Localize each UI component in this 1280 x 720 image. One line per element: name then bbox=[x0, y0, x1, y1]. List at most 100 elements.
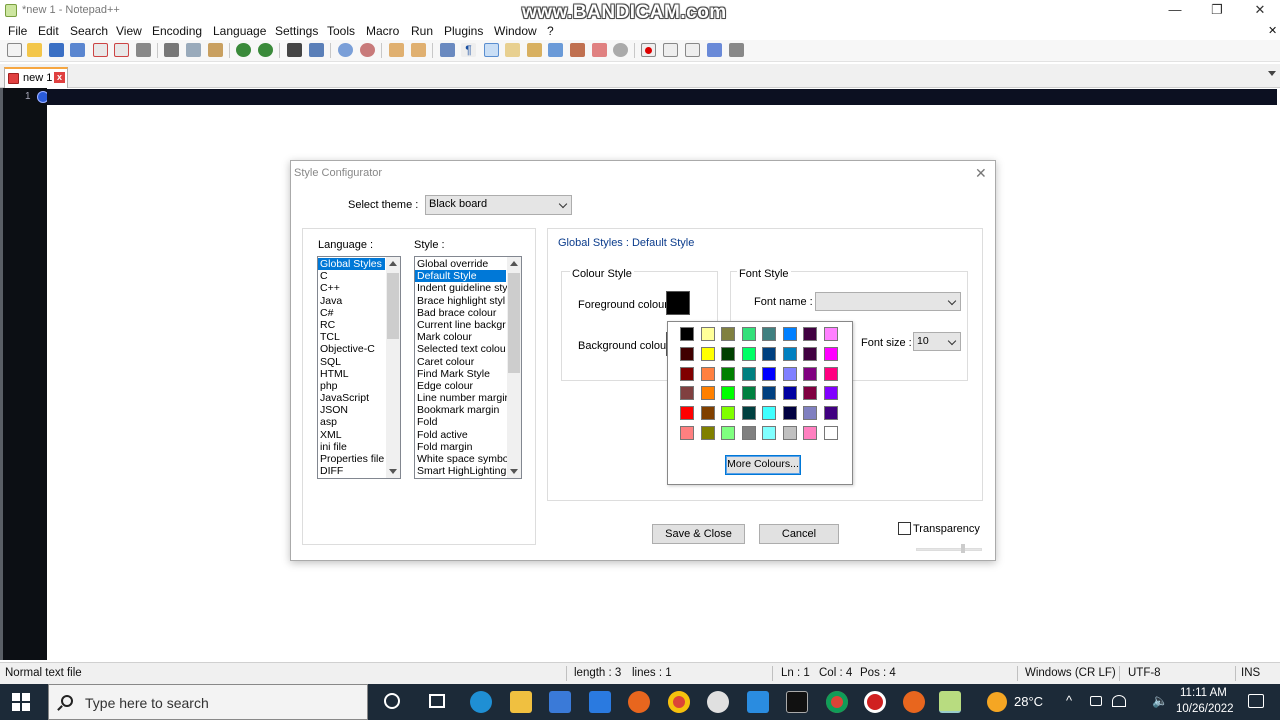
windows-start-icon[interactable] bbox=[12, 693, 32, 711]
undo-icon[interactable] bbox=[236, 43, 251, 57]
menu-edit[interactable]: Edit bbox=[38, 24, 59, 38]
colour-swatch[interactable] bbox=[700, 426, 715, 440]
edge-browser-icon[interactable] bbox=[470, 691, 492, 713]
list-item[interactable]: asp bbox=[318, 416, 385, 428]
network-icon[interactable] bbox=[1090, 696, 1102, 706]
list-item[interactable]: Fold bbox=[415, 416, 506, 428]
tab-new-1[interactable]: new 1 x bbox=[4, 67, 68, 88]
colour-swatch[interactable] bbox=[680, 366, 694, 381]
theme-select[interactable]: Black board bbox=[425, 195, 572, 215]
scrollbar-thumb[interactable] bbox=[508, 273, 520, 373]
colour-swatch[interactable] bbox=[762, 327, 776, 341]
list-item[interactable]: SQL bbox=[318, 356, 385, 368]
find-icon[interactable] bbox=[287, 43, 302, 57]
save-icon[interactable] bbox=[49, 43, 64, 57]
colour-swatch[interactable] bbox=[823, 327, 838, 341]
app-shortcut-icon[interactable] bbox=[903, 691, 925, 713]
colour-swatch[interactable] bbox=[741, 366, 756, 381]
list-item[interactable]: Bad brace colour bbox=[415, 307, 506, 319]
colour-swatch[interactable] bbox=[803, 386, 817, 401]
run-macro-multiple-icon[interactable] bbox=[707, 43, 722, 57]
cut-icon[interactable] bbox=[164, 43, 179, 57]
menu-encoding[interactable]: Encoding bbox=[152, 24, 202, 38]
list-item[interactable]: Selected text colou bbox=[415, 343, 506, 355]
list-item[interactable]: Brace highlight styl bbox=[415, 295, 506, 307]
colour-swatch[interactable] bbox=[782, 327, 797, 341]
tab-close-icon[interactable]: x bbox=[54, 72, 65, 83]
monitoring-icon[interactable] bbox=[613, 43, 628, 57]
list-item[interactable]: Objective-C bbox=[318, 343, 385, 355]
close-file-icon[interactable] bbox=[93, 43, 108, 57]
colour-swatch[interactable] bbox=[721, 346, 735, 361]
colour-swatch[interactable] bbox=[782, 406, 797, 421]
colour-swatch[interactable] bbox=[700, 366, 715, 381]
paste-icon[interactable] bbox=[208, 43, 223, 57]
more-colours-button[interactable]: More Colours... bbox=[725, 455, 801, 475]
transparency-slider-thumb[interactable] bbox=[961, 544, 965, 553]
list-item[interactable]: XML bbox=[318, 429, 385, 441]
colour-swatch[interactable] bbox=[803, 366, 817, 381]
replace-icon[interactable] bbox=[309, 43, 324, 57]
word-wrap-icon[interactable] bbox=[440, 43, 455, 57]
menu-macro[interactable]: Macro bbox=[366, 24, 399, 38]
list-item[interactable]: Fold active bbox=[415, 429, 506, 441]
colour-swatch[interactable] bbox=[762, 426, 776, 440]
colour-swatch[interactable] bbox=[700, 346, 715, 361]
dialog-close-button[interactable]: ✕ bbox=[975, 165, 987, 182]
sync-horizontal-icon[interactable] bbox=[411, 43, 426, 57]
list-item[interactable]: C bbox=[318, 270, 385, 282]
colour-swatch[interactable] bbox=[700, 406, 715, 421]
colour-swatch[interactable] bbox=[803, 406, 817, 421]
weather-temperature[interactable]: 28°C bbox=[1014, 694, 1043, 709]
list-item[interactable]: php bbox=[318, 380, 385, 392]
colour-swatch[interactable] bbox=[721, 406, 735, 421]
colour-swatch[interactable] bbox=[823, 426, 838, 440]
foreground-colour-swatch[interactable] bbox=[666, 291, 690, 315]
menu-help[interactable]: ? bbox=[547, 24, 554, 38]
list-item[interactable]: Properties file bbox=[318, 453, 385, 465]
list-item[interactable]: ini file bbox=[318, 441, 385, 453]
colour-swatch[interactable] bbox=[721, 366, 735, 381]
list-item[interactable]: Line number margir bbox=[415, 392, 508, 404]
print-icon[interactable] bbox=[136, 43, 151, 57]
taskbar-search-box[interactable]: Type here to search bbox=[48, 684, 368, 720]
scroll-up-icon[interactable] bbox=[510, 261, 518, 266]
firefox-icon[interactable] bbox=[628, 691, 650, 713]
tab-list-dropdown-icon[interactable] bbox=[1268, 71, 1276, 76]
folder-workspace-icon[interactable] bbox=[592, 43, 607, 57]
colour-swatch[interactable] bbox=[782, 346, 797, 361]
menu-plugins[interactable]: Plugins bbox=[444, 24, 483, 38]
list-item[interactable]: RC bbox=[318, 319, 385, 331]
save-close-button[interactable]: Save & Close bbox=[652, 524, 745, 544]
list-item[interactable]: TCL bbox=[318, 331, 385, 343]
colour-swatch[interactable] bbox=[782, 426, 797, 440]
list-item[interactable]: Caret colour bbox=[415, 356, 506, 368]
language-list-scrollbar[interactable] bbox=[386, 257, 400, 478]
colour-swatch[interactable] bbox=[823, 346, 838, 361]
colour-swatch[interactable] bbox=[762, 386, 776, 401]
menu-file[interactable]: File bbox=[8, 24, 27, 38]
menu-tools[interactable]: Tools bbox=[327, 24, 355, 38]
menu-language[interactable]: Language bbox=[213, 24, 266, 38]
cortana-icon[interactable] bbox=[384, 693, 400, 709]
chrome-profile-icon[interactable] bbox=[826, 691, 848, 713]
colour-swatch[interactable] bbox=[762, 346, 776, 361]
colour-swatch[interactable] bbox=[823, 386, 838, 401]
menu-search[interactable]: Search bbox=[70, 24, 108, 38]
colour-swatch[interactable] bbox=[680, 346, 694, 361]
colour-swatch[interactable] bbox=[680, 406, 694, 421]
stop-recording-icon[interactable] bbox=[663, 43, 678, 57]
colour-swatch[interactable] bbox=[782, 386, 797, 401]
colour-swatch[interactable] bbox=[803, 346, 817, 361]
colour-swatch[interactable] bbox=[803, 426, 817, 440]
transparency-checkbox[interactable] bbox=[898, 522, 911, 535]
zoom-out-icon[interactable] bbox=[360, 43, 375, 57]
task-view-icon[interactable] bbox=[429, 694, 445, 708]
list-item[interactable]: Global override bbox=[415, 258, 506, 270]
font-name-select[interactable] bbox=[815, 292, 961, 311]
menu-settings[interactable]: Settings bbox=[275, 24, 318, 38]
colour-swatch[interactable] bbox=[700, 386, 715, 401]
colour-swatch[interactable] bbox=[803, 327, 817, 341]
scroll-down-icon[interactable] bbox=[510, 469, 518, 474]
colour-swatch[interactable] bbox=[823, 366, 838, 381]
